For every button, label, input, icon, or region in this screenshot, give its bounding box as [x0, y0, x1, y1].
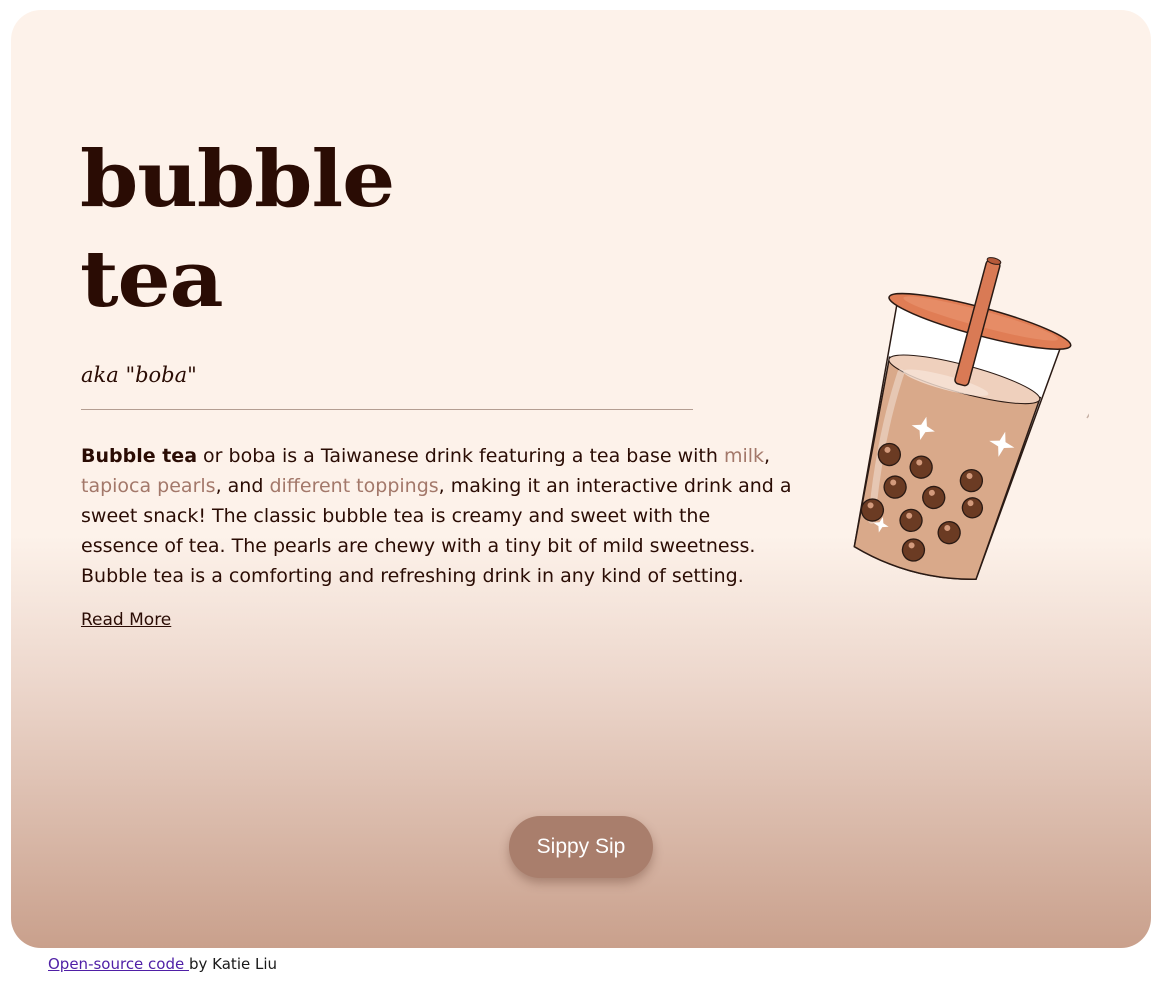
- title-line-bubble: bubble: [80, 134, 395, 225]
- read-more-link[interactable]: Read More: [81, 610, 171, 630]
- description-sep-1: ,: [764, 445, 771, 467]
- title-line-tea: tea: [80, 234, 224, 325]
- footer: Open-source code by Katie Liu: [48, 955, 277, 973]
- hero-card: bubble tea aka "boba" Bubble tea or boba…: [11, 10, 1151, 948]
- description-paragraph: Bubble tea or boba is a Taiwanese drink …: [81, 441, 793, 591]
- description-sep-2: , and: [215, 475, 270, 497]
- description-text-1: or boba is a Taiwanese drink featuring a…: [197, 445, 724, 467]
- footer-author: by Katie Liu: [189, 955, 278, 973]
- divider: [81, 409, 693, 410]
- different-toppings-link[interactable]: different toppings: [269, 475, 438, 497]
- milk-link[interactable]: milk: [724, 445, 764, 467]
- bubble-tea-cup-icon: [853, 257, 1089, 580]
- aka-subtitle: aka "boba": [81, 363, 197, 387]
- description-bold: Bubble tea: [81, 445, 198, 467]
- open-source-code-link[interactable]: Open-source code: [48, 955, 189, 973]
- sippy-sip-button[interactable]: Sippy Sip: [509, 816, 653, 878]
- tapioca-pearls-link[interactable]: tapioca pearls: [81, 475, 216, 497]
- page-title: bubble tea: [80, 130, 395, 330]
